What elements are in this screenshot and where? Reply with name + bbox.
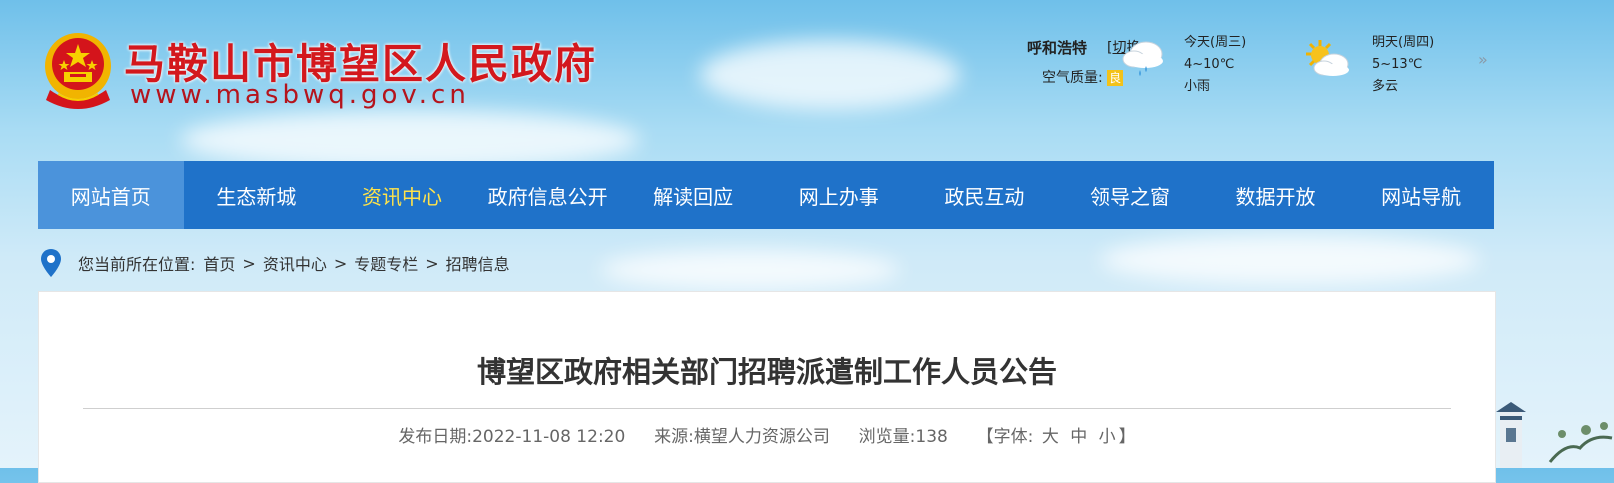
source-label: 来源: — [654, 427, 694, 447]
breadcrumb-recruitment-link[interactable]: 招聘信息 — [446, 251, 510, 275]
national-emblem-icon — [45, 33, 111, 109]
publish-date: 2022-11-08 12:20 — [472, 427, 626, 447]
views-label: 浏览量: — [858, 427, 916, 447]
article-meta: 发布日期:2022-11-08 12:20 来源:横望人力资源公司 浏览量:13… — [39, 422, 1495, 447]
nav-item-gov-info[interactable]: 政府信息公开 — [475, 161, 621, 229]
today-label: 今天(周三) — [1184, 35, 1247, 50]
nav-item-eco-city[interactable]: 生态新城 — [184, 161, 330, 229]
sky-cloud — [600, 250, 900, 290]
nav-item-leaders[interactable]: 领导之窗 — [1057, 161, 1203, 229]
sky-cloud — [700, 40, 960, 110]
air-quality-label: 空气质量: — [1042, 70, 1103, 86]
nav-item-news-center[interactable]: 资讯中心 — [329, 161, 475, 229]
breadcrumb-news-link[interactable]: 资讯中心 — [263, 251, 327, 275]
location-pin-icon — [41, 249, 61, 277]
weather-tomorrow: 明天(周四) 5~13℃ 多云 — [1372, 32, 1434, 98]
nav-item-open-data[interactable]: 数据开放 — [1203, 161, 1349, 229]
double-chevron-right-icon[interactable]: » — [1478, 50, 1488, 69]
title-divider — [83, 408, 1451, 409]
font-size-small-button[interactable]: 小 — [1099, 427, 1116, 447]
site-url: www.masbwq.gov.cn — [130, 80, 470, 110]
air-quality: 空气质量: 良 — [1042, 67, 1124, 87]
view-count: 138 — [915, 427, 948, 447]
font-size-close: 】 — [1118, 427, 1136, 447]
weather-widget: 呼和浩特 [切换 空气质量: 良 今天(周三) 4~10℃ 小雨 明天(周四) … — [1000, 32, 1530, 102]
nav-item-interpretation[interactable]: 解读回应 — [620, 161, 766, 229]
breadcrumb-separator: > — [425, 253, 439, 273]
tomorrow-label: 明天(周四) — [1372, 35, 1435, 50]
nav-item-interaction[interactable]: 政民互动 — [912, 161, 1058, 229]
sun-cloud-icon — [1306, 40, 1349, 76]
breadcrumb: 您当前所在位置: 首页 > 资讯中心 > 专题专栏 > 招聘信息 — [40, 246, 510, 280]
breadcrumb-home-link[interactable]: 首页 — [203, 251, 235, 275]
today-condition: 小雨 — [1184, 79, 1211, 94]
tomorrow-temp: 5~13℃ — [1372, 57, 1423, 72]
tree-decoration — [1548, 422, 1613, 463]
rain-cloud-icon — [1122, 41, 1163, 76]
pavilion-decoration — [1496, 402, 1526, 468]
breadcrumb-prefix: 您当前所在位置: — [78, 255, 196, 274]
nav-item-home[interactable]: 网站首页 — [38, 161, 184, 229]
breadcrumb-separator: > — [242, 253, 256, 273]
today-temp: 4~10℃ — [1184, 57, 1235, 72]
font-size-medium-button[interactable]: 中 — [1070, 427, 1087, 447]
font-size-large-button[interactable]: 大 — [1042, 427, 1059, 447]
main-nav: 网站首页 生态新城 资讯中心 政府信息公开 解读回应 网上办事 政民互动 领导之… — [38, 161, 1494, 229]
nav-item-site-map[interactable]: 网站导航 — [1348, 161, 1494, 229]
breadcrumb-topics-link[interactable]: 专题专栏 — [354, 251, 418, 275]
publish-date-label: 发布日期: — [398, 427, 473, 447]
weather-today: 今天(周三) 4~10℃ 小雨 — [1184, 32, 1246, 98]
breadcrumb-separator: > — [333, 253, 348, 273]
article-panel: 博望区政府相关部门招聘派遣制工作人员公告 发布日期:2022-11-08 12:… — [38, 291, 1496, 483]
font-size-label: 【字体: — [976, 427, 1034, 447]
sky-cloud — [1100, 235, 1480, 285]
article-title: 博望区政府相关部门招聘派遣制工作人员公告 — [476, 355, 1057, 389]
nav-item-online-services[interactable]: 网上办事 — [766, 161, 912, 229]
tomorrow-condition: 多云 — [1372, 79, 1399, 94]
weather-city: 呼和浩特 — [1027, 39, 1088, 57]
source: 横望人力资源公司 — [693, 427, 830, 447]
